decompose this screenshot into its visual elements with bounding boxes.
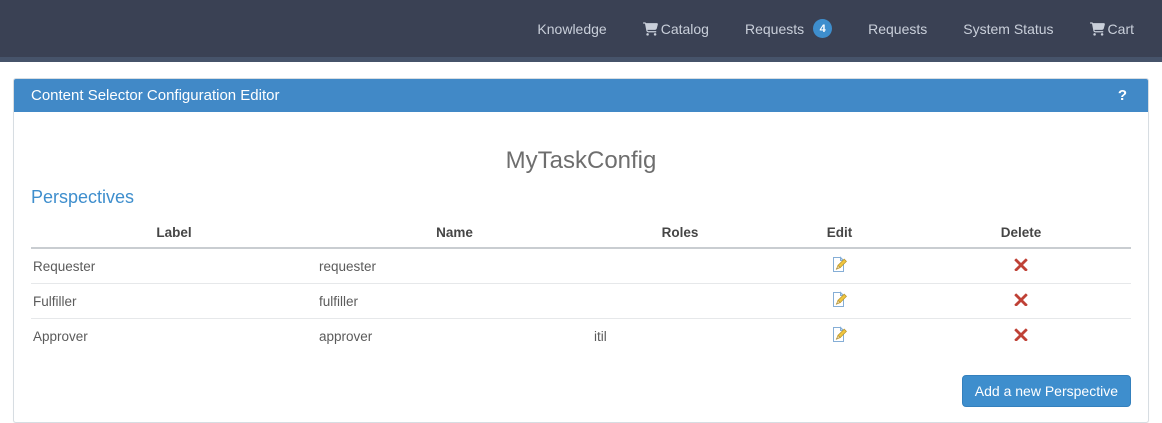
delete-x-icon[interactable] [1014,258,1028,272]
nav-item-label: Requests [868,20,928,37]
table-row: Approver approver itil [31,318,1131,353]
nav-item-knowledge[interactable]: Knowledge [537,21,606,37]
column-header-roles: Roles [592,221,768,249]
nav-item-label: Catalog [660,20,709,37]
nav-item-catalog[interactable]: Catalog [642,20,709,37]
cell-roles [592,283,768,319]
column-header-delete: Delete [911,221,1131,249]
nav-item-label: System Status [963,20,1054,37]
delete-x-icon[interactable] [1014,328,1028,342]
requests-count-badge: 4 [813,19,833,38]
column-header-edit: Edit [768,221,911,249]
table-row: Fulfiller fulfiller [31,283,1131,319]
cell-name: approver [317,318,592,353]
table-row: Requester requester [31,248,1131,284]
cell-label: Requester [33,258,96,274]
nav-item-requests[interactable]: Requests [868,21,927,37]
column-header-name: Name [317,221,592,249]
config-title: MyTaskConfig [505,147,657,174]
panel-footer: Add a new Perspective [31,375,1131,407]
cart-icon [1089,21,1105,36]
edit-document-pencil-icon[interactable] [831,326,848,343]
top-navigation: Knowledge Catalog Requests 4 Requests Sy… [0,0,1162,57]
cell-label: Fulfiller [31,283,317,319]
cell-roles: itil [592,318,768,353]
panel-body: MyTaskConfig Perspectives Label Name Rol… [14,146,1148,422]
table-header-row: Label Name Roles Edit Delete [31,221,1131,249]
cell-roles [592,248,768,284]
help-icon[interactable]: ? [1118,87,1127,104]
nav-bottom-strip [0,57,1162,62]
cart-icon [642,21,658,36]
nav-item-label: Requests [744,20,805,37]
add-perspective-button[interactable]: Add a new Perspective [961,375,1131,407]
edit-document-pencil-icon[interactable] [831,291,848,308]
cell-name: requester [319,258,377,274]
nav-item-requests-badged[interactable]: Requests 4 [744,19,833,38]
delete-x-icon[interactable] [1014,293,1028,307]
panel-header: Content Selector Configuration Editor ? [14,79,1148,112]
nav-item-label: Knowledge [537,20,607,37]
edit-document-pencil-icon[interactable] [831,256,848,273]
column-header-label: Label [31,221,317,249]
perspectives-table: Label Name Roles Edit Delete Requester r… [31,221,1131,353]
content-selector-panel: Content Selector Configuration Editor ? … [13,78,1149,423]
nav-item-label: Cart [1107,20,1134,37]
cell-label: Approver [31,318,317,353]
panel-title: Content Selector Configuration Editor [31,87,280,104]
nav-item-cart[interactable]: Cart [1089,20,1134,37]
nav-item-system-status[interactable]: System Status [963,21,1053,37]
cell-name: fulfiller [317,283,592,319]
perspectives-section-title: Perspectives [31,187,135,207]
